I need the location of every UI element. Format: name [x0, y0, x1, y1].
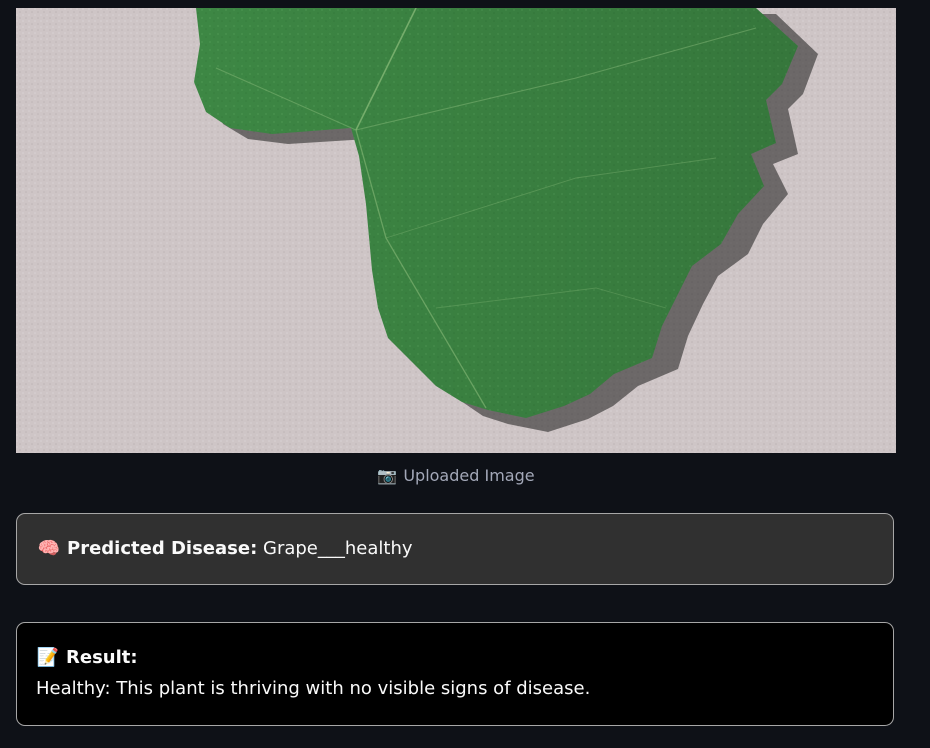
prediction-value: Grape___healthy [263, 538, 413, 559]
memo-icon: 📝 [36, 647, 60, 668]
image-caption: 📷 Uploaded Image [16, 466, 896, 485]
result-text: Healthy: This plant is thriving with no … [36, 678, 591, 699]
result-header: 📝 Result: [36, 647, 874, 668]
prediction-label: Predicted Disease: [67, 538, 258, 559]
camera-icon: 📷 [377, 466, 398, 485]
prediction-box: 🧠 Predicted Disease: Grape___healthy [16, 513, 894, 585]
leaf-photo [16, 8, 896, 453]
result-label: Result: [66, 647, 138, 668]
result-box: 📝 Result: Healthy: This plant is thriving… [16, 622, 894, 726]
uploaded-image [16, 8, 896, 453]
brain-icon: 🧠 [37, 538, 61, 559]
caption-text: Uploaded Image [403, 466, 535, 485]
